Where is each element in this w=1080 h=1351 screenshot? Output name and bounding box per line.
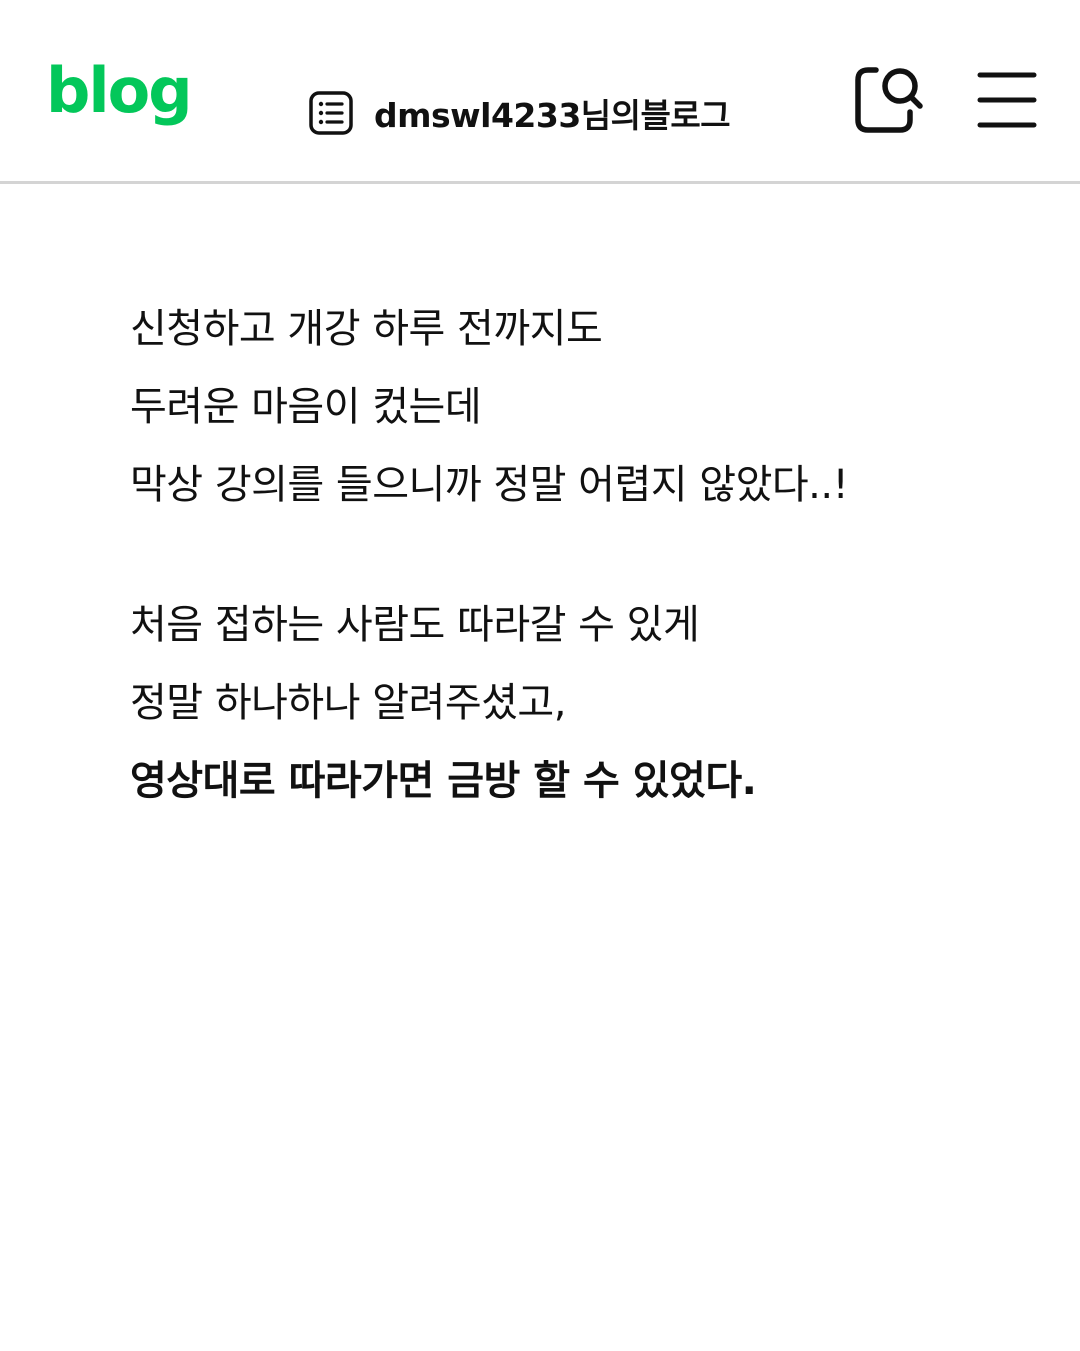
post-text-line: 처음 접하는 사람도 따라갈 수 있게 [130, 602, 700, 648]
search-icon[interactable] [850, 62, 926, 138]
post-text-line: 두려운 마음이 컸는데 [130, 384, 482, 430]
blog-title-link[interactable]: dmswl4233님의블로그 [308, 88, 731, 138]
post-text-line: 신청하고 개강 하루 전까지도 [130, 306, 603, 352]
hamburger-menu-icon[interactable] [974, 68, 1040, 132]
list-icon [309, 91, 353, 135]
blog-logo[interactable]: blog [46, 60, 193, 122]
post-text-line: 정말 하나하나 알려주셨고, [130, 680, 566, 726]
post-text-line: 막상 강의를 들으니까 정말 어렵지 않았다..! [130, 462, 849, 508]
blog-header: blog dmswl4233님의블로그 [0, 0, 1080, 184]
blog-title: dmswl4233님의블로그 [374, 96, 731, 135]
post-highlight-line: 영상대로 따라가면 금방 할 수 있었다. [130, 758, 757, 804]
post-content: 신청하고 개강 하루 전까지도 두려운 마음이 컸는데 막상 강의를 들으니까 … [130, 290, 1010, 820]
